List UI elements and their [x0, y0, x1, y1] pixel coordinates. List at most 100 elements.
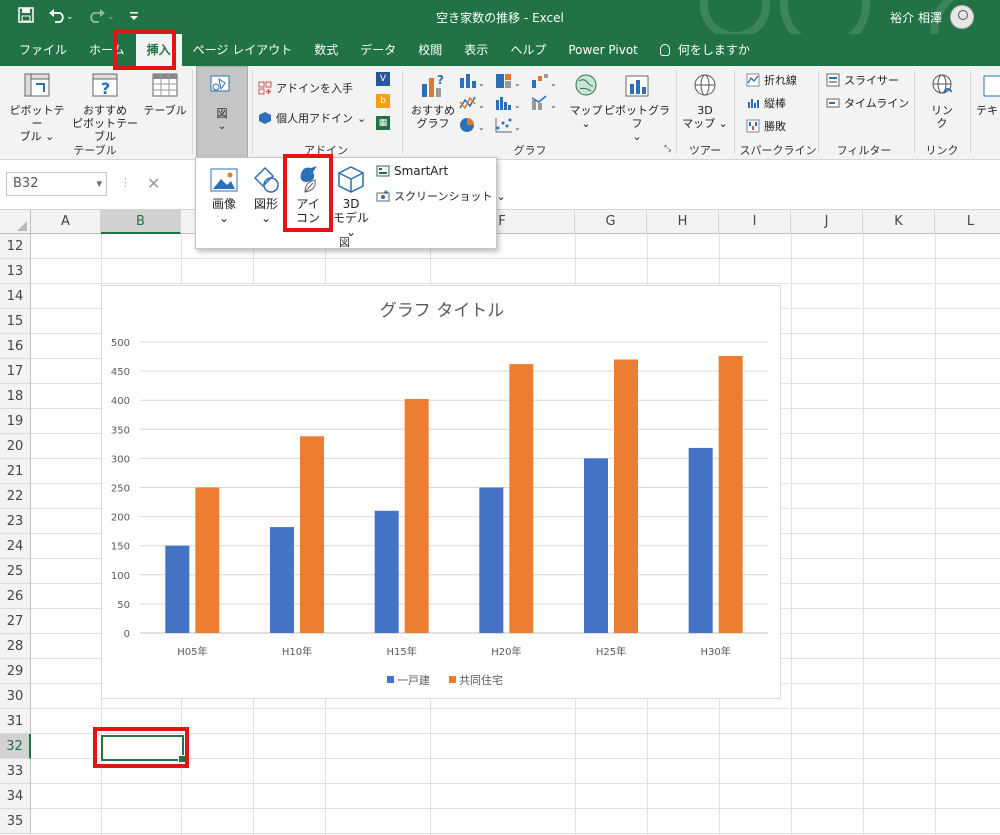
tab-formulas[interactable]: 数式: [303, 34, 349, 66]
column-header-j[interactable]: J: [791, 210, 863, 234]
user-name[interactable]: 裕介 相澤: [890, 9, 942, 26]
tab-file[interactable]: ファイル: [8, 34, 78, 66]
sparkline-winloss-button[interactable]: 勝敗: [746, 118, 786, 134]
line-chart-icon[interactable]: ⌄: [458, 94, 484, 112]
row-header-35[interactable]: 35: [0, 809, 31, 834]
x-tick-label: H10年: [282, 645, 312, 658]
3d-models-button[interactable]: 3D モデル ⌄: [330, 164, 372, 239]
pivot-chart-button[interactable]: ピボットグラフ ⌄: [604, 72, 670, 143]
3d-models-label-1: 3D: [342, 197, 360, 211]
row-header-29[interactable]: 29: [0, 659, 31, 684]
row-header-17[interactable]: 17: [0, 359, 31, 384]
combo-chart-icon[interactable]: ⌄: [530, 94, 556, 112]
row-header-22[interactable]: 22: [0, 484, 31, 509]
avatar[interactable]: [950, 5, 974, 29]
shapes-button[interactable]: 図形 ⌄: [246, 166, 286, 225]
pivot-table-button[interactable]: ピボットテー ブル ⌄: [6, 72, 68, 143]
tab-view[interactable]: 表示: [453, 34, 499, 66]
row-header-26[interactable]: 26: [0, 584, 31, 609]
tab-page-layout[interactable]: ページ レイアウト: [182, 34, 304, 66]
get-addins-button[interactable]: アドインを入手: [258, 80, 353, 96]
row-header-34[interactable]: 34: [0, 784, 31, 809]
map-chart-button[interactable]: マップ ⌄: [568, 72, 604, 130]
grid-hline: [31, 808, 1000, 809]
statistic-chart-icon[interactable]: ⌄: [494, 94, 520, 112]
row-header-14[interactable]: 14: [0, 284, 31, 309]
pivot-table-label-2: ブル: [19, 130, 42, 143]
row-header-33[interactable]: 33: [0, 759, 31, 784]
row-header-21[interactable]: 21: [0, 459, 31, 484]
scatter-chart-icon[interactable]: ⌄: [494, 116, 520, 134]
row-header-30[interactable]: 30: [0, 684, 31, 709]
bar-series1: [688, 447, 713, 633]
slicer-button[interactable]: スライサー: [826, 72, 899, 88]
tab-help[interactable]: ヘルプ: [499, 34, 557, 66]
waterfall-chart-icon[interactable]: ⌄: [530, 72, 556, 90]
timeline-button[interactable]: タイムライン: [826, 95, 909, 111]
x-tick-label: H05年: [177, 645, 207, 658]
row-header-23[interactable]: 23: [0, 509, 31, 534]
name-box[interactable]: B32: [6, 172, 107, 196]
illustrations-button[interactable]: 図 ⌄: [196, 66, 248, 158]
column-header-k[interactable]: K: [863, 210, 935, 234]
row-header-31[interactable]: 31: [0, 709, 31, 734]
select-all-button[interactable]: [0, 210, 31, 234]
row-header-13[interactable]: 13: [0, 259, 31, 284]
pie-chart-icon[interactable]: ⌄: [458, 116, 484, 134]
text-button[interactable]: テキ: [976, 72, 1000, 117]
pictures-button[interactable]: 画像 ⌄: [204, 166, 244, 225]
tell-me-search[interactable]: 何をしますか: [649, 34, 761, 66]
column-chart-icon[interactable]: ⌄: [458, 72, 484, 90]
table-button[interactable]: テーブル: [142, 72, 188, 117]
row-header-27[interactable]: 27: [0, 609, 31, 634]
row-header-15[interactable]: 15: [0, 309, 31, 334]
recommended-pivot-button[interactable]: ? おすすめ ピボットテーブル: [68, 72, 142, 143]
dialog-launcher-icon[interactable]: ⤡: [664, 144, 671, 154]
row-header-18[interactable]: 18: [0, 384, 31, 409]
link-button[interactable]: リン ク: [920, 72, 964, 130]
smartart-button[interactable]: SmartArt: [376, 164, 448, 178]
3d-map-button[interactable]: 3D マップ ⌄: [682, 72, 728, 130]
y-tick-label: 250: [111, 484, 130, 495]
column-header-g[interactable]: G: [575, 210, 647, 234]
text-group-label: テキ: [976, 104, 998, 117]
column-header-h[interactable]: H: [647, 210, 719, 234]
tab-power-pivot[interactable]: Power Pivot: [557, 34, 649, 66]
row-header-25[interactable]: 25: [0, 559, 31, 584]
row-header-28[interactable]: 28: [0, 634, 31, 659]
people-graph-icon[interactable]: ▦: [376, 116, 390, 130]
tab-data[interactable]: データ: [349, 34, 407, 66]
column-header-l[interactable]: L: [935, 210, 1000, 234]
row-header-12[interactable]: 12: [0, 234, 31, 259]
chart[interactable]: グラフ タイトル 0 50 100 150 200 250 300 350 400 450 500 H0…: [101, 285, 781, 699]
shapes-label: 図形: [253, 197, 278, 211]
hierarchy-chart-icon[interactable]: ⌄: [494, 72, 520, 90]
tab-insert[interactable]: 挿入: [135, 34, 182, 66]
column-header-i[interactable]: I: [719, 210, 791, 234]
tab-review[interactable]: 校閲: [407, 34, 453, 66]
icons-button[interactable]: アイ コン: [290, 164, 326, 225]
cancel-icon[interactable]: ✕: [147, 174, 160, 193]
row-header-24[interactable]: 24: [0, 534, 31, 559]
row-header-16[interactable]: 16: [0, 334, 31, 359]
column-header-a[interactable]: A: [31, 210, 101, 234]
column-header-b[interactable]: B: [101, 210, 181, 234]
visio-icon[interactable]: V: [376, 72, 390, 86]
bar-series2: [404, 399, 429, 633]
selected-cell-b32[interactable]: [101, 735, 186, 763]
row-header-19[interactable]: 19: [0, 409, 31, 434]
screenshot-button[interactable]: スクリーンショット ⌄: [376, 188, 506, 204]
sparkline-column-button[interactable]: 縦棒: [746, 95, 786, 111]
row-header-20[interactable]: 20: [0, 434, 31, 459]
bing-icon[interactable]: b: [376, 94, 390, 108]
sparkline-column-icon: [748, 99, 759, 108]
screenshot-label: スクリーンショット: [394, 190, 493, 203]
chevron-down-icon[interactable]: ⌄: [357, 112, 366, 125]
3d-map-label-2: マップ: [682, 117, 716, 130]
recommended-charts-button[interactable]: ? おすすめ グラフ: [408, 72, 458, 130]
row-header-32[interactable]: 32: [0, 734, 31, 759]
tab-home[interactable]: ホーム: [78, 34, 136, 66]
sparkline-line-button[interactable]: 折れ線: [746, 72, 797, 88]
sparklines-group-label: スパークライン: [739, 144, 817, 157]
my-addins-button[interactable]: 個人用アドイン ⌄: [258, 110, 366, 126]
